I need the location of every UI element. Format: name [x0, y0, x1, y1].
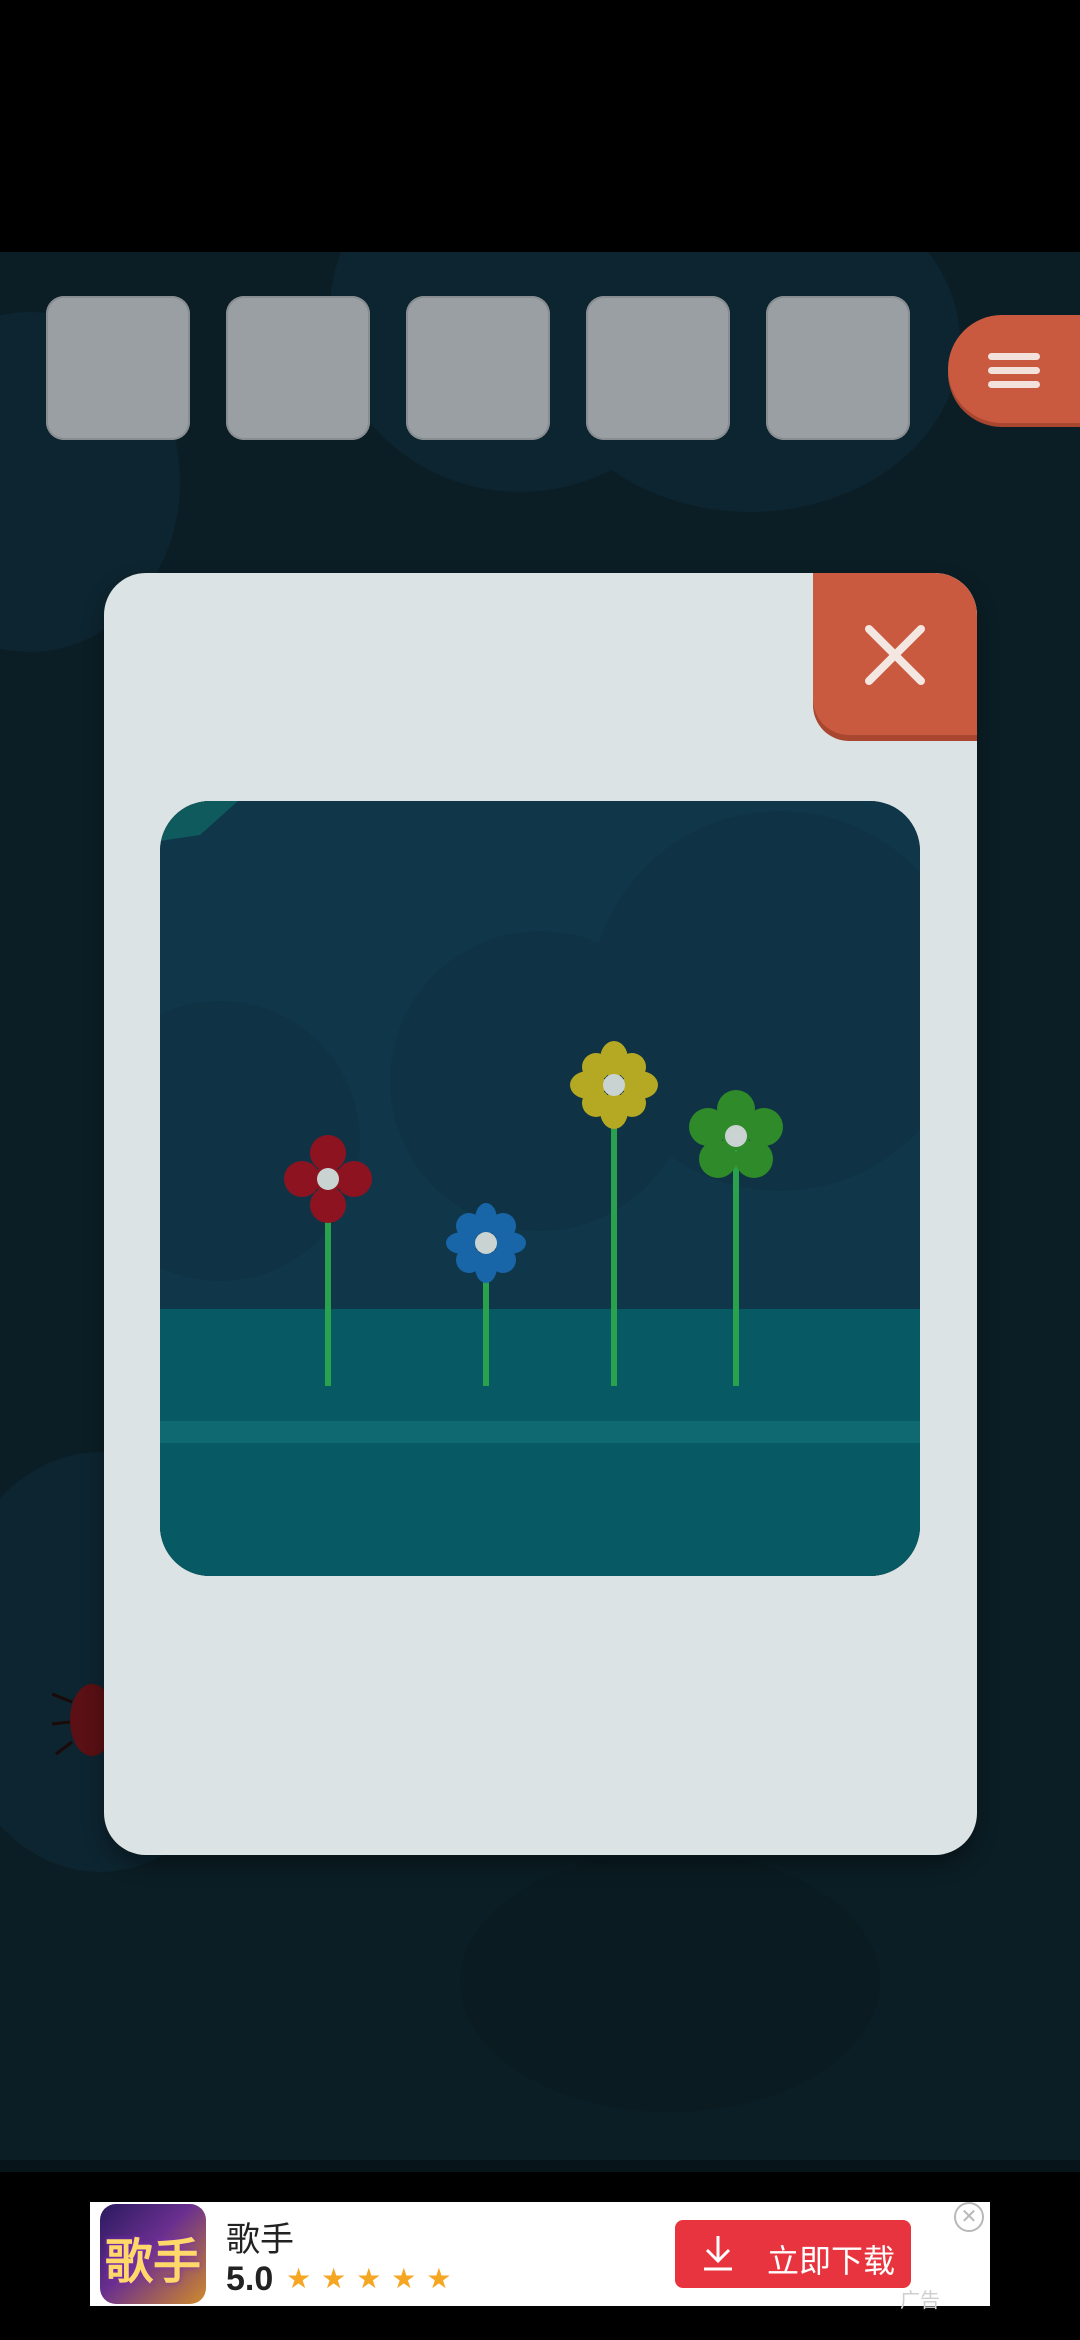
ad-app-icon[interactable]: 歌手	[100, 2204, 206, 2304]
close-button[interactable]	[813, 573, 977, 735]
hamburger-bar	[988, 381, 1040, 388]
ad-app-title: 歌手	[226, 2221, 294, 2259]
inventory-slot-4[interactable]	[586, 296, 730, 440]
ad-download-label: 立即下载	[767, 2243, 896, 2279]
inventory-slot-5[interactable]	[766, 296, 910, 440]
inventory-slot-2[interactable]	[226, 296, 370, 440]
inventory-slot-1[interactable]	[46, 296, 190, 440]
download-icon	[704, 2236, 732, 2271]
close-x-icon	[865, 625, 925, 685]
game-floor-edge	[0, 2160, 1080, 2172]
ad-star-icons: ★★★★★	[286, 2263, 462, 2294]
ad-rating: 5.0	[226, 2260, 274, 2298]
zoom-dialog	[104, 573, 977, 1855]
flower-scene	[160, 801, 920, 1576]
ad-label: 广告	[900, 2290, 940, 2312]
menu-button[interactable]	[948, 315, 1080, 423]
ad-banner[interactable]: 歌手 歌手 5.0 ★★★★★ 立即下载 ✕ 广告	[90, 2202, 990, 2312]
ad-icon-logo: 歌手	[104, 2234, 201, 2290]
ad-download-button[interactable]: 立即下载	[675, 2220, 911, 2288]
bg-rock	[460, 1852, 880, 2112]
hamburger-bar	[988, 367, 1040, 374]
ad-close-icon[interactable]: ✕	[954, 2202, 984, 2232]
ladybug-icon[interactable]	[52, 1672, 108, 1768]
hamburger-menu-icon	[988, 353, 1040, 360]
inventory-slot-3[interactable]	[406, 296, 550, 440]
